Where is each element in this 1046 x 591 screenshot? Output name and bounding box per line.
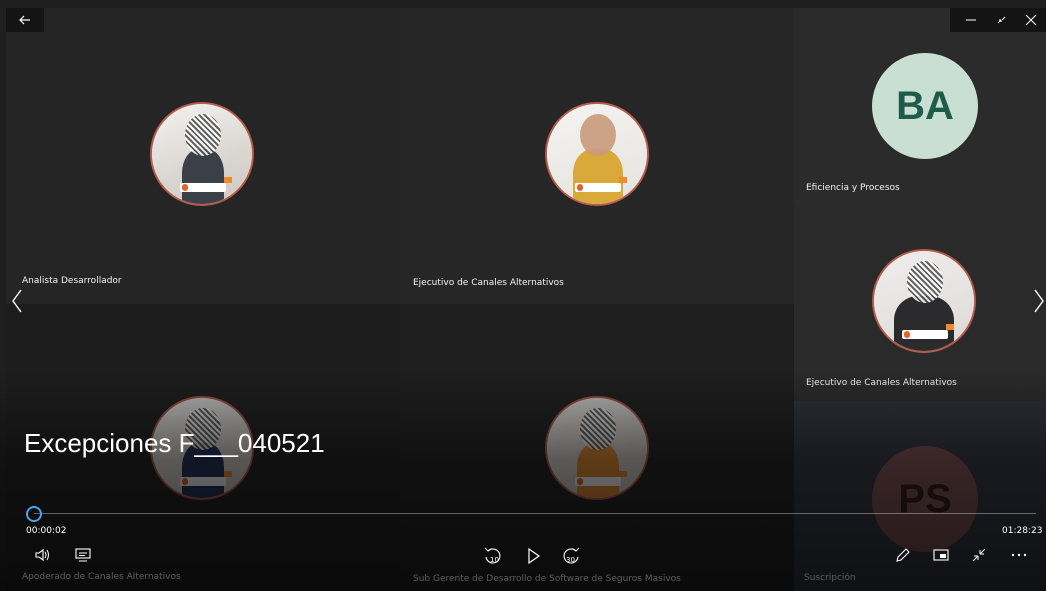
shrink-icon xyxy=(972,548,986,562)
participant-name: Ejecutivo de Canales Alternativos xyxy=(806,378,957,388)
exit-fullscreen-icon[interactable] xyxy=(990,8,1012,32)
back-button[interactable] xyxy=(6,8,44,32)
participant-name: Sub Gerente de Desarrollo de Software de… xyxy=(413,574,681,584)
seek-bar[interactable] xyxy=(34,513,1036,514)
edit-button[interactable] xyxy=(894,546,912,564)
participant-name: Analista Desarrollador xyxy=(22,276,122,286)
skip-back-10-icon: 10 xyxy=(484,547,501,564)
video-title: Excepciones F___040521 xyxy=(24,428,325,458)
pencil-icon xyxy=(896,548,910,562)
participant-avatar xyxy=(545,102,649,206)
volume-icon xyxy=(35,548,49,562)
minimize-icon[interactable] xyxy=(960,8,982,32)
participant-name: Eficiencia y Procesos xyxy=(806,183,900,193)
participant-avatar xyxy=(545,396,649,500)
video-stage: Analista Desarrollador Ejecutivo de Cana… xyxy=(6,8,1046,591)
picture-in-picture-icon xyxy=(933,549,949,561)
more-options-button[interactable] xyxy=(1008,546,1030,564)
participant-name: Apoderado de Canales Alternativos xyxy=(22,572,181,582)
skip-forward-button[interactable]: 30 xyxy=(560,545,582,567)
participant-initials: BA xyxy=(872,53,978,159)
participant-initials: PS xyxy=(872,446,978,552)
participant-name: Suscripción xyxy=(804,573,856,583)
previous-arrow-icon[interactable] xyxy=(10,288,24,321)
more-icon xyxy=(1011,553,1027,557)
participant-tile: Sub Gerente de Desarrollo de Software de… xyxy=(401,304,794,591)
total-time: 01:28:23 xyxy=(1002,526,1043,536)
participant-tile: Ejecutivo de Canales Alternativos xyxy=(401,8,794,304)
participant-tile: Ejecutivo de Canales Alternativos xyxy=(794,205,1046,401)
play-icon xyxy=(528,547,541,565)
skip-back-button[interactable]: 10 xyxy=(482,545,504,567)
skip-forward-30-icon: 30 xyxy=(563,547,580,564)
play-button[interactable] xyxy=(524,546,542,566)
close-icon[interactable] xyxy=(1020,8,1042,32)
next-arrow-icon[interactable] xyxy=(1032,288,1046,321)
captions-button[interactable] xyxy=(74,546,92,564)
participant-name: Ejecutivo de Canales Alternativos xyxy=(413,278,564,288)
participant-avatar xyxy=(150,102,254,206)
volume-button[interactable] xyxy=(34,546,52,564)
participant-tile: BA Eficiencia y Procesos xyxy=(794,8,1046,205)
mini-view-button[interactable] xyxy=(932,546,950,564)
exit-fullscreen-button[interactable] xyxy=(970,546,988,564)
current-time: 00:00:02 xyxy=(26,526,67,536)
back-arrow-icon xyxy=(19,15,30,25)
participant-tile: Analista Desarrollador xyxy=(6,8,401,304)
captions-icon xyxy=(75,548,91,562)
svg-text:30: 30 xyxy=(566,556,575,564)
participant-avatar xyxy=(872,249,976,353)
svg-text:10: 10 xyxy=(490,556,499,564)
window-controls xyxy=(950,8,1046,32)
seek-thumb[interactable] xyxy=(26,506,42,522)
